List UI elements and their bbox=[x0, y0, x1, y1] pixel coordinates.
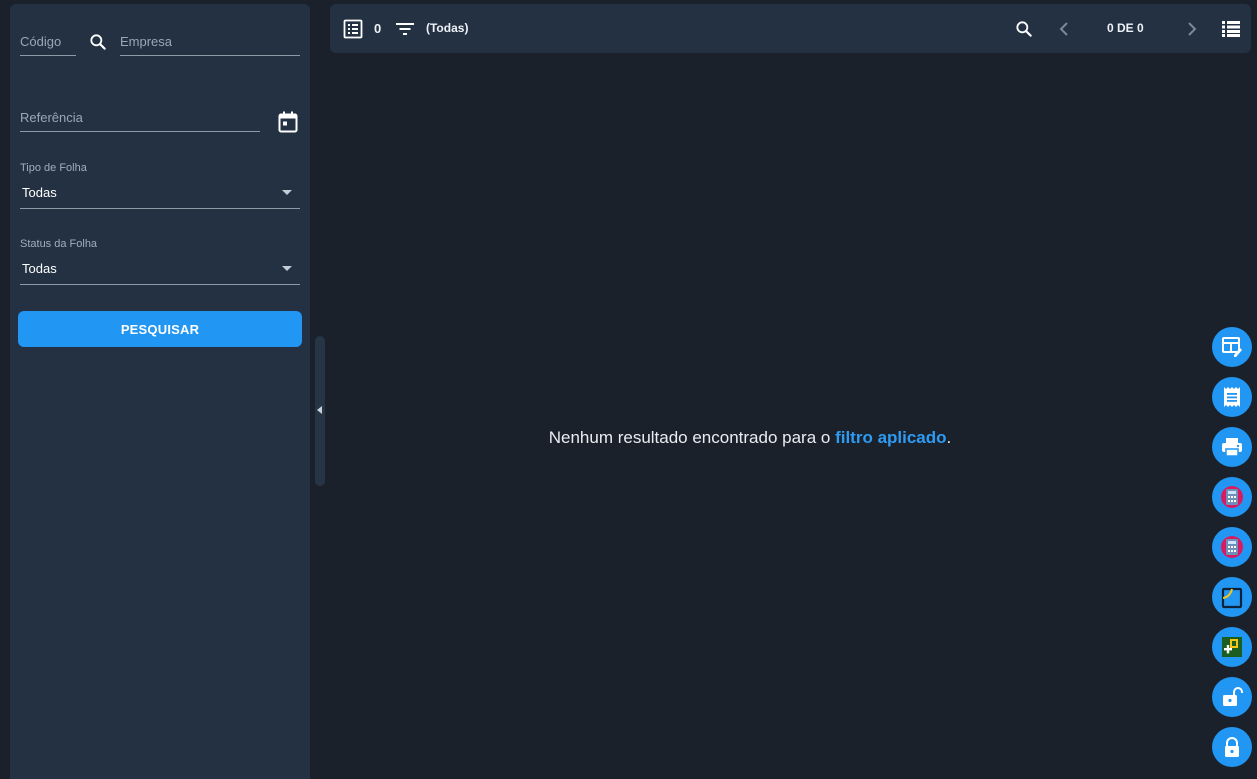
add-report-button[interactable] bbox=[1212, 627, 1252, 667]
search-icon[interactable] bbox=[1012, 17, 1036, 41]
codigo-placeholder: Código bbox=[20, 34, 62, 49]
tipo-folha-select[interactable]: Tipo de Folha Todas bbox=[20, 162, 300, 210]
pagination-status: 0 DE 0 bbox=[1107, 21, 1144, 35]
filter-icon[interactable] bbox=[394, 18, 416, 40]
unlock-button[interactable] bbox=[1212, 677, 1252, 717]
chevron-left-icon bbox=[317, 406, 322, 414]
export-button[interactable] bbox=[1212, 577, 1252, 617]
empresa-underline bbox=[120, 55, 300, 56]
status-folha-label: Status da Folha bbox=[20, 238, 98, 250]
print-icon bbox=[1221, 437, 1243, 457]
results-toolbar: 0 (Todas) 0 DE 0 bbox=[330, 4, 1251, 53]
search-icon[interactable] bbox=[86, 30, 110, 54]
calculator-icon bbox=[1220, 535, 1244, 559]
pesquisar-button[interactable]: PESQUISAR bbox=[18, 311, 302, 347]
referencia-field[interactable]: Referência bbox=[20, 104, 260, 132]
empty-state-text: Nenhum resultado encontrado para o bbox=[548, 428, 836, 447]
filter-label[interactable]: (Todas) bbox=[426, 21, 468, 35]
tipo-folha-value: Todas bbox=[22, 185, 57, 200]
left-edge bbox=[0, 0, 10, 779]
collapse-sidebar-handle[interactable] bbox=[315, 336, 325, 486]
app-window: Código Empresa Referência Tipo de Folha … bbox=[0, 0, 1257, 779]
calendar-icon[interactable] bbox=[276, 110, 300, 134]
codigo-field[interactable]: Código bbox=[20, 28, 76, 56]
status-folha-underline bbox=[20, 284, 300, 285]
filter-applied-link[interactable]: filtro aplicado bbox=[835, 428, 946, 447]
receipt-button[interactable] bbox=[1212, 377, 1252, 417]
empty-state-period: . bbox=[946, 428, 952, 447]
empresa-placeholder: Empresa bbox=[120, 34, 173, 49]
export-icon bbox=[1220, 585, 1244, 609]
lock-icon bbox=[1221, 736, 1243, 758]
empresa-field[interactable]: Empresa bbox=[120, 28, 300, 56]
referencia-placeholder: Referência bbox=[20, 110, 83, 125]
receipt-icon bbox=[1222, 386, 1242, 408]
tipo-folha-underline bbox=[20, 208, 300, 209]
codigo-underline bbox=[20, 55, 76, 56]
unlock-icon bbox=[1221, 686, 1243, 708]
calculator-icon bbox=[1220, 485, 1244, 509]
status-folha-select[interactable]: Status da Folha Todas bbox=[20, 238, 300, 286]
chevron-down-icon bbox=[282, 266, 292, 271]
edit-layout-button[interactable] bbox=[1212, 327, 1252, 367]
tipo-folha-label: Tipo de Folha bbox=[20, 162, 87, 174]
filter-sidebar: Código Empresa Referência Tipo de Folha … bbox=[10, 4, 310, 779]
edit-layout-icon bbox=[1221, 336, 1243, 358]
next-page-icon[interactable] bbox=[1182, 18, 1202, 40]
previous-page-icon[interactable] bbox=[1054, 18, 1074, 40]
list-icon[interactable] bbox=[342, 18, 364, 40]
calculator-button-1[interactable] bbox=[1212, 477, 1252, 517]
result-count: 0 bbox=[374, 21, 382, 36]
referencia-underline bbox=[20, 131, 260, 132]
print-button[interactable] bbox=[1212, 427, 1252, 467]
calculator-button-2[interactable] bbox=[1212, 527, 1252, 567]
lock-button[interactable] bbox=[1212, 727, 1252, 767]
add-report-icon bbox=[1220, 635, 1244, 659]
status-folha-value: Todas bbox=[22, 261, 57, 276]
chevron-down-icon bbox=[282, 190, 292, 195]
empty-state-message: Nenhum resultado encontrado para o filtr… bbox=[330, 428, 1170, 448]
list-view-icon[interactable] bbox=[1220, 18, 1242, 40]
